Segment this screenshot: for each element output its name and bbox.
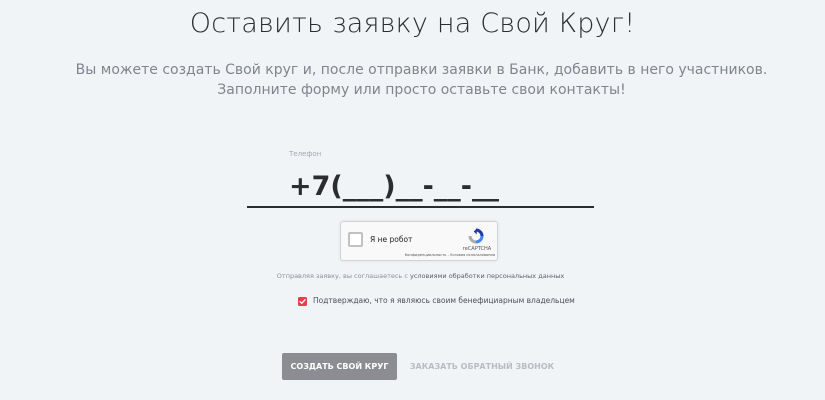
recaptcha-label: Я не робот bbox=[370, 235, 413, 244]
phone-input[interactable] bbox=[247, 162, 594, 208]
subtitle-line-1: Вы можете создать Свой круг и, после отп… bbox=[75, 62, 768, 78]
page-subtitle: Вы можете создать Свой круг и, после отп… bbox=[0, 60, 825, 100]
recaptcha-widget: Я не робот reCAPTCHA Конфиденциальность … bbox=[340, 221, 498, 261]
consent-prefix: Отправляя заявку, вы соглашаетесь с bbox=[276, 272, 410, 280]
subtitle-line-2: Заполните форму или просто оставьте свои… bbox=[217, 82, 626, 98]
create-circle-button[interactable]: СОЗДАТЬ СВОЙ КРУГ bbox=[282, 353, 397, 380]
recaptcha-checkbox[interactable] bbox=[348, 232, 363, 247]
beneficiary-checkbox[interactable] bbox=[298, 297, 307, 306]
recaptcha-logo-icon bbox=[468, 228, 484, 244]
recaptcha-terms-link[interactable]: Условия использования bbox=[450, 253, 495, 257]
checkmark-icon bbox=[299, 299, 306, 304]
page-title: Оставить заявку на Свой Круг! bbox=[189, 8, 636, 39]
request-callback-button[interactable]: ЗАКАЗАТЬ ОБРАТНЫЙ ЗВОНОК bbox=[407, 353, 557, 380]
recaptcha-privacy-link[interactable]: Конфиденциальность bbox=[405, 253, 447, 257]
beneficiary-label: Подтверждаю, что я являюсь своим бенефиц… bbox=[313, 296, 575, 305]
consent-link[interactable]: условиями обработки персональных данных bbox=[410, 272, 564, 280]
consent-text: Отправляя заявку, вы соглашаетесь с усло… bbox=[0, 272, 825, 280]
phone-label: Телефон bbox=[289, 150, 322, 158]
recaptcha-links: Конфиденциальность - Условия использован… bbox=[395, 253, 495, 257]
recaptcha-brand: reCAPTCHA bbox=[462, 246, 492, 252]
